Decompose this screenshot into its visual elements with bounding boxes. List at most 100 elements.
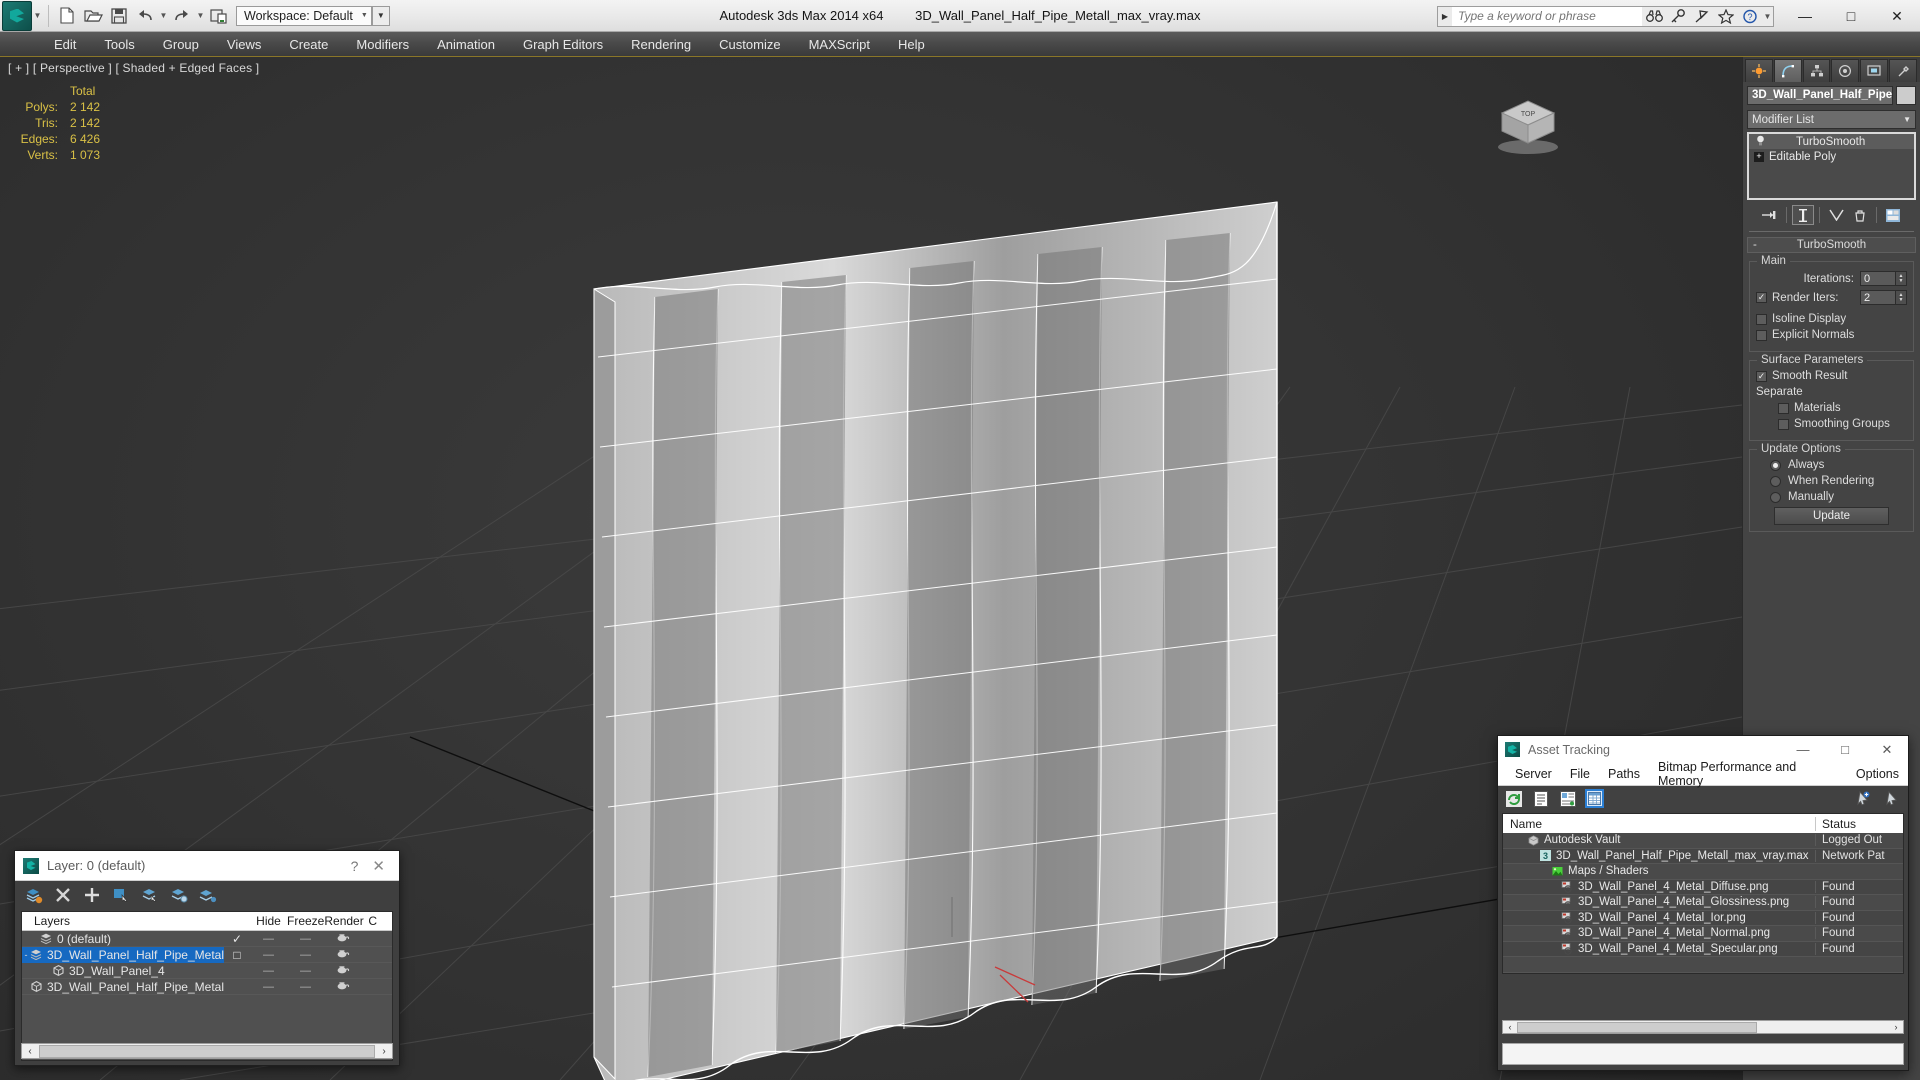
layer-current-checkbox[interactable]: □ bbox=[224, 948, 250, 962]
update-when-rendering-row[interactable]: When Rendering bbox=[1756, 475, 1907, 487]
modifier-list-dropdown[interactable]: Modifier List ▼ bbox=[1747, 110, 1916, 129]
asset-row-diffuse-map[interactable]: 3D_Wall_Panel_4_Metal_Diffuse.png Found bbox=[1503, 879, 1903, 895]
layer-row-wall-panel-half-pipe-metal[interactable]: - 3D_Wall_Panel_Half_Pipe_Metal □ — — bbox=[22, 946, 392, 963]
asset-row-max-file[interactable]: 3 3D_Wall_Panel_Half_Pipe_Metall_max_vra… bbox=[1503, 848, 1903, 864]
asset-row-autodesk-vault[interactable]: Autodesk Vault Logged Out bbox=[1503, 833, 1903, 849]
separate-smoothing-groups-checkbox[interactable] bbox=[1778, 418, 1789, 430]
scroll-right-icon[interactable]: › bbox=[1889, 1022, 1903, 1032]
star-icon[interactable] bbox=[1714, 8, 1738, 24]
asset-row-glossiness-map[interactable]: 3D_Wall_Panel_4_Metal_Glossiness.png Fou… bbox=[1503, 895, 1903, 911]
plus-box-icon[interactable]: + bbox=[1754, 151, 1764, 162]
menu-item-modifiers[interactable]: Modifiers bbox=[342, 34, 423, 55]
delete-layer-icon[interactable] bbox=[54, 886, 72, 904]
object-color-swatch[interactable] bbox=[1896, 86, 1916, 105]
motion-tab[interactable] bbox=[1831, 59, 1860, 82]
explicit-normals-row[interactable]: Explicit Normals bbox=[1756, 329, 1907, 341]
update-always-radio[interactable] bbox=[1770, 459, 1781, 471]
undo-icon[interactable] bbox=[132, 4, 158, 28]
render-iters-spinner[interactable]: ▲ ▼ bbox=[1896, 290, 1907, 305]
viewport-label[interactable]: [ + ] [ Perspective ] [ Shaded + Edged F… bbox=[8, 61, 259, 75]
asset-menu-options[interactable]: Options bbox=[1847, 765, 1908, 783]
redo-dropdown-icon[interactable]: ▼ bbox=[195, 11, 206, 20]
iterations-field[interactable]: 0 bbox=[1860, 271, 1896, 286]
make-unique-icon[interactable] bbox=[1825, 205, 1847, 225]
open-file-icon[interactable] bbox=[80, 4, 106, 28]
question-icon[interactable]: ? bbox=[1738, 9, 1762, 24]
asset-row-maps-shaders[interactable]: Maps / Shaders bbox=[1503, 864, 1903, 880]
menu-item-edit[interactable]: Edit bbox=[40, 34, 90, 55]
update-when-rendering-radio[interactable] bbox=[1770, 475, 1781, 487]
undo-dropdown-icon[interactable]: ▼ bbox=[158, 11, 169, 20]
display-tab[interactable] bbox=[1860, 59, 1889, 82]
asset-tracking-dialog[interactable]: Asset Tracking — □ ✕ Server File Paths B… bbox=[1497, 735, 1909, 1071]
layer-freeze-cell[interactable]: — bbox=[287, 949, 324, 961]
hierarchy-tab[interactable] bbox=[1802, 59, 1831, 82]
menu-item-animation[interactable]: Animation bbox=[423, 34, 509, 55]
layer-current-checkmark[interactable]: ✓ bbox=[224, 932, 250, 946]
update-always-row[interactable]: Always bbox=[1756, 459, 1907, 471]
layer-row-name-cell[interactable]: 0 (default) bbox=[22, 931, 224, 947]
modifier-stack-item-turbosmooth[interactable]: TurboSmooth bbox=[1749, 134, 1914, 149]
satellite-dish-icon[interactable] bbox=[1690, 9, 1714, 24]
view-cube[interactable]: TOP bbox=[1486, 87, 1570, 157]
smooth-result-checkbox[interactable]: ✓ bbox=[1756, 370, 1767, 382]
modifier-stack-item-editable-poly[interactable]: + Editable Poly bbox=[1749, 149, 1914, 164]
iterations-spinner[interactable]: ▲ ▼ bbox=[1896, 271, 1907, 286]
hide-unhide-layers-icon[interactable] bbox=[199, 886, 217, 904]
asset-column-name[interactable]: Name bbox=[1503, 817, 1815, 831]
table-view-icon[interactable] bbox=[1585, 789, 1604, 808]
layer-list-horizontal-scrollbar[interactable]: ‹ › bbox=[21, 1043, 393, 1059]
layer-hide-cell[interactable]: — bbox=[250, 933, 287, 945]
application-menu-icon[interactable] bbox=[2, 0, 32, 31]
configure-sets-icon[interactable] bbox=[1882, 205, 1904, 225]
render-iters-field[interactable]: 2 bbox=[1860, 290, 1896, 305]
layer-freeze-cell[interactable]: — bbox=[287, 965, 324, 977]
menu-item-graph-editors[interactable]: Graph Editors bbox=[509, 34, 617, 55]
smooth-result-row[interactable]: ✓ Smooth Result bbox=[1756, 370, 1907, 382]
menu-item-tools[interactable]: Tools bbox=[90, 34, 148, 55]
scrollbar-thumb[interactable] bbox=[39, 1044, 375, 1058]
key-icon[interactable] bbox=[1666, 8, 1690, 24]
update-manually-row[interactable]: Manually bbox=[1756, 491, 1907, 503]
rollout-collapse-icon[interactable]: - bbox=[1753, 239, 1757, 251]
menu-item-maxscript[interactable]: MAXScript bbox=[795, 34, 884, 55]
pin-stack-icon[interactable] bbox=[1759, 205, 1781, 225]
render-iters-checkbox[interactable]: ✓ bbox=[1756, 292, 1767, 303]
layer-freeze-cell[interactable]: — bbox=[287, 981, 324, 993]
set-project-folder-icon[interactable] bbox=[206, 4, 232, 28]
separate-materials-row[interactable]: Materials bbox=[1756, 402, 1907, 414]
menu-item-create[interactable]: Create bbox=[275, 34, 342, 55]
layer-dialog-help-button[interactable]: ? bbox=[337, 858, 373, 874]
isoline-display-row[interactable]: Isoline Display bbox=[1756, 313, 1907, 325]
add-asset-icon[interactable] bbox=[1852, 789, 1871, 808]
layer-hide-cell[interactable]: — bbox=[250, 949, 287, 961]
menu-item-customize[interactable]: Customize bbox=[705, 34, 794, 55]
utilities-tab[interactable] bbox=[1889, 59, 1917, 82]
menu-item-rendering[interactable]: Rendering bbox=[617, 34, 705, 55]
select-highlighted-layer-icon[interactable] bbox=[141, 886, 159, 904]
help-dropdown-icon[interactable]: ▼ bbox=[1762, 12, 1773, 21]
menu-item-views[interactable]: Views bbox=[213, 34, 275, 55]
asset-row-normal-map[interactable]: 3D_Wall_Panel_4_Metal_Normal.png Found bbox=[1503, 926, 1903, 942]
lightbulb-icon[interactable] bbox=[1752, 135, 1768, 149]
show-end-result-icon[interactable] bbox=[1792, 205, 1814, 225]
binoculars-icon[interactable] bbox=[1642, 9, 1666, 23]
application-menu-chevron-icon[interactable]: ▼ bbox=[32, 11, 43, 20]
minimize-button[interactable]: — bbox=[1782, 0, 1828, 32]
asset-menu-server[interactable]: Server bbox=[1506, 765, 1561, 783]
remove-modifier-icon[interactable] bbox=[1849, 205, 1871, 225]
isoline-display-checkbox[interactable] bbox=[1756, 313, 1767, 325]
teapot-icon[interactable] bbox=[324, 933, 361, 945]
layer-row-name-cell[interactable]: - 3D_Wall_Panel_Half_Pipe_Metal bbox=[22, 946, 224, 963]
scroll-left-icon[interactable]: ‹ bbox=[1503, 1022, 1517, 1032]
scrollbar-thumb[interactable] bbox=[1517, 1021, 1757, 1033]
scroll-right-icon[interactable]: › bbox=[376, 1046, 392, 1057]
asset-column-status[interactable]: Status bbox=[1815, 816, 1903, 831]
layer-row-name-cell[interactable]: 3D_Wall_Panel_4 bbox=[22, 963, 224, 979]
expand-collapse-icon[interactable]: - bbox=[22, 950, 30, 960]
layer-list[interactable]: Layers Hide Freeze Render C 0 (default) … bbox=[21, 911, 393, 1061]
explicit-normals-checkbox[interactable] bbox=[1756, 329, 1767, 341]
asset-table-horizontal-scrollbar[interactable]: ‹ › bbox=[1502, 1020, 1904, 1034]
redo-icon[interactable] bbox=[169, 4, 195, 28]
asset-row-ior-map[interactable]: 3D_Wall_Panel_4_Metal_Ior.png Found bbox=[1503, 910, 1903, 926]
